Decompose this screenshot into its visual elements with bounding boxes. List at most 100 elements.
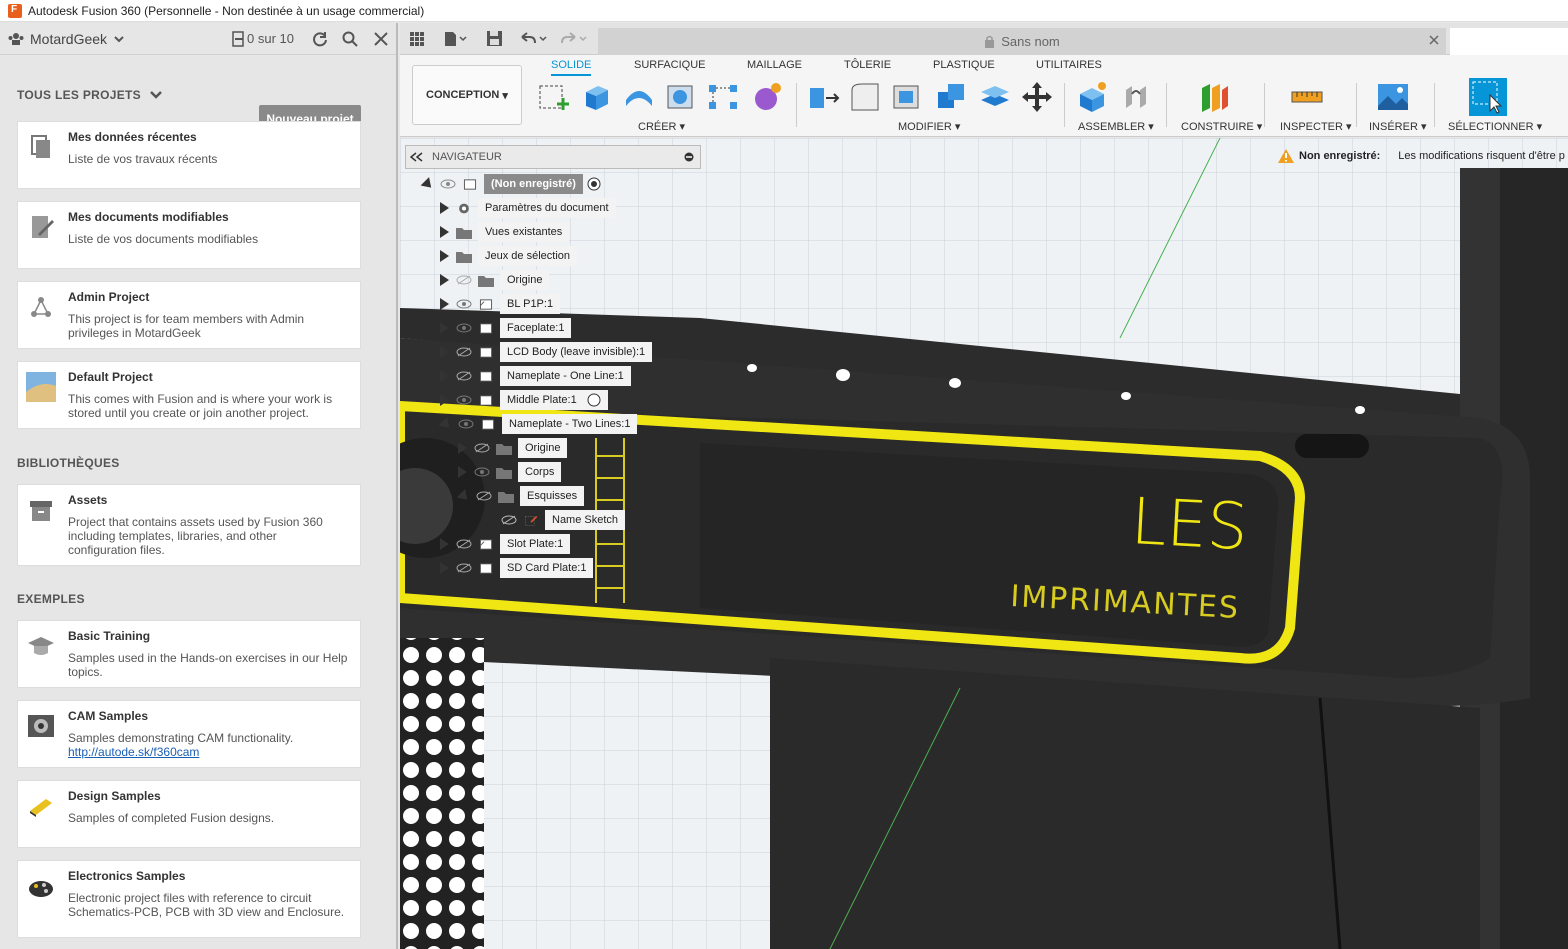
move-copy-icon[interactable] xyxy=(1020,80,1054,114)
expand-toggle-icon[interactable] xyxy=(458,442,467,454)
expand-toggle-icon[interactable] xyxy=(440,274,449,286)
cam-samples-link[interactable]: http://autode.sk/f360cam xyxy=(68,745,199,759)
extrude-icon[interactable] xyxy=(580,80,614,114)
inspect-menu[interactable]: INSPECTER ▾ xyxy=(1280,120,1352,133)
minimize-icon[interactable] xyxy=(684,152,694,162)
expand-toggle-icon[interactable] xyxy=(420,176,436,192)
rectangular-pattern-icon[interactable] xyxy=(706,80,740,114)
select-icon[interactable] xyxy=(1468,77,1508,117)
visibility-eye-icon[interactable] xyxy=(458,419,474,429)
combine-icon[interactable] xyxy=(934,80,968,114)
insert-image-icon[interactable] xyxy=(1376,80,1410,114)
tree-item-name-sketch[interactable]: Name Sketch xyxy=(495,510,626,530)
tab-utilities[interactable]: UTILITAIRES xyxy=(1036,59,1102,71)
hidden-eye-icon[interactable] xyxy=(456,563,472,573)
tree-item-middle-plate[interactable]: Middle Plate:1 xyxy=(440,390,608,410)
new-component-icon[interactable] xyxy=(1076,80,1110,114)
hidden-eye-icon[interactable] xyxy=(474,443,490,453)
library-card-assets[interactable]: Assets Project that contains assets used… xyxy=(17,484,361,566)
new-tab-area[interactable] xyxy=(1450,28,1568,55)
all-projects-header[interactable]: TOUS LES PROJETS xyxy=(17,88,163,102)
tree-item-nameplate-one-line[interactable]: Nameplate - One Line:1 xyxy=(440,366,631,386)
expand-toggle-icon[interactable] xyxy=(440,562,449,574)
project-card-admin[interactable]: Admin Project This project is for team m… xyxy=(17,281,361,349)
tree-item-selection-sets[interactable]: Jeux de sélection xyxy=(440,246,577,266)
joint-icon[interactable] xyxy=(1120,80,1154,114)
team-name[interactable]: MotardGeek xyxy=(30,31,107,47)
construct-menu[interactable]: CONSTRUIRE ▾ xyxy=(1181,120,1262,133)
offset-face-icon[interactable] xyxy=(978,80,1012,114)
tab-sheet-metal[interactable]: TÔLERIE xyxy=(844,59,891,71)
hidden-eye-icon[interactable] xyxy=(476,491,492,501)
visibility-eye-icon[interactable] xyxy=(456,299,472,309)
tab-surface[interactable]: SURFACIQUE xyxy=(634,59,706,71)
tree-item-nameplate-two-lines[interactable]: Nameplate - Two Lines:1 xyxy=(438,414,638,434)
tree-item-named-views[interactable]: Vues existantes xyxy=(440,222,570,242)
revolve-icon[interactable] xyxy=(622,80,656,114)
tree-item-sub-origin[interactable]: Origine xyxy=(458,438,568,458)
visibility-eye-icon[interactable] xyxy=(456,395,472,405)
tab-plastic[interactable]: PLASTIQUE xyxy=(933,59,995,71)
expand-toggle-icon[interactable] xyxy=(440,226,449,238)
search-icon[interactable] xyxy=(342,31,358,47)
hidden-eye-icon[interactable] xyxy=(456,539,472,549)
tab-mesh[interactable]: MAILLAGE xyxy=(747,59,802,71)
tree-root[interactable]: (Non enregistré) xyxy=(420,174,601,194)
create-menu[interactable]: CRÉER ▾ xyxy=(638,120,685,133)
visibility-eye-icon[interactable] xyxy=(456,323,472,333)
tree-item-lcd-body[interactable]: LCD Body (leave invisible):1 xyxy=(440,342,653,362)
tree-item-faceplate[interactable]: Faceplate:1 xyxy=(440,318,572,338)
visibility-eye-icon[interactable] xyxy=(474,467,490,477)
fillet-icon[interactable] xyxy=(848,80,882,114)
tree-item-slot-plate[interactable]: Slot Plate:1 xyxy=(440,534,571,554)
expand-toggle-icon[interactable] xyxy=(440,346,449,358)
expand-toggle-icon[interactable] xyxy=(440,202,449,214)
expand-toggle-icon[interactable] xyxy=(456,488,472,504)
hidden-eye-icon[interactable] xyxy=(456,275,472,285)
refresh-icon[interactable] xyxy=(312,31,328,47)
expand-toggle-icon[interactable] xyxy=(440,394,449,406)
hidden-eye-icon[interactable] xyxy=(456,371,472,381)
example-card-design[interactable]: Design Samples Samples of completed Fusi… xyxy=(17,780,361,848)
create-form-icon[interactable] xyxy=(750,80,784,114)
redo-icon[interactable] xyxy=(559,31,589,47)
create-sketch-icon[interactable] xyxy=(537,80,571,114)
undo-icon[interactable] xyxy=(519,31,549,47)
workspace-switcher[interactable]: CONCEPTION ▾ xyxy=(412,65,522,125)
save-icon[interactable] xyxy=(487,31,502,46)
example-card-electronics[interactable]: Electronics Samples Electronic project f… xyxy=(17,860,361,938)
tab-solid[interactable]: SOLIDE xyxy=(551,59,592,76)
tree-item-sketches[interactable]: Esquisses xyxy=(456,486,585,506)
canvas-viewport[interactable]: LES IMPRIMANTES NAVIGATEUR (Non enregist… xyxy=(400,138,1568,949)
insert-menu[interactable]: INSÉRER ▾ xyxy=(1369,120,1426,133)
expand-toggle-icon[interactable] xyxy=(440,370,449,382)
hidden-eye-icon[interactable] xyxy=(456,347,472,357)
hole-icon[interactable] xyxy=(664,80,698,114)
collapse-arrows-icon[interactable] xyxy=(410,152,424,162)
expand-toggle-icon[interactable] xyxy=(440,298,449,310)
close-icon[interactable] xyxy=(374,31,388,46)
expand-toggle-icon[interactable] xyxy=(440,322,449,334)
tree-item-sd-card-plate[interactable]: SD Card Plate:1 xyxy=(440,558,594,578)
project-card-editable[interactable]: Mes documents modifiables Liste de vos d… xyxy=(17,201,361,269)
hidden-eye-icon[interactable] xyxy=(501,515,517,525)
project-card-recent[interactable]: Mes données récentes Liste de vos travau… xyxy=(17,121,361,189)
shell-icon[interactable] xyxy=(890,80,924,114)
expand-toggle-icon[interactable] xyxy=(458,466,467,478)
expand-toggle-icon[interactable] xyxy=(438,416,454,432)
project-card-default[interactable]: Default Project This comes with Fusion a… xyxy=(17,361,361,429)
tree-item-document-settings[interactable]: Paramètres du document xyxy=(440,198,616,218)
example-card-basic-training[interactable]: Basic Training Samples used in the Hands… xyxy=(17,620,361,688)
activate-radio-icon[interactable] xyxy=(587,177,601,191)
document-tab[interactable]: Sans nom xyxy=(598,28,1446,55)
measure-icon[interactable] xyxy=(1290,80,1324,114)
tree-item-bl-p1p[interactable]: BL P1P:1 xyxy=(440,294,561,314)
modify-menu[interactable]: MODIFIER ▾ xyxy=(898,120,960,133)
close-tab-icon[interactable] xyxy=(1429,35,1439,45)
example-card-cam[interactable]: CAM Samples Samples demonstrating CAM fu… xyxy=(17,700,361,768)
tree-item-bodies[interactable]: Corps xyxy=(458,462,562,482)
chevron-down-icon[interactable] xyxy=(113,34,125,44)
offset-plane-icon[interactable] xyxy=(1198,80,1232,114)
team-icon[interactable] xyxy=(8,32,24,46)
activate-radio-icon[interactable] xyxy=(587,393,601,407)
